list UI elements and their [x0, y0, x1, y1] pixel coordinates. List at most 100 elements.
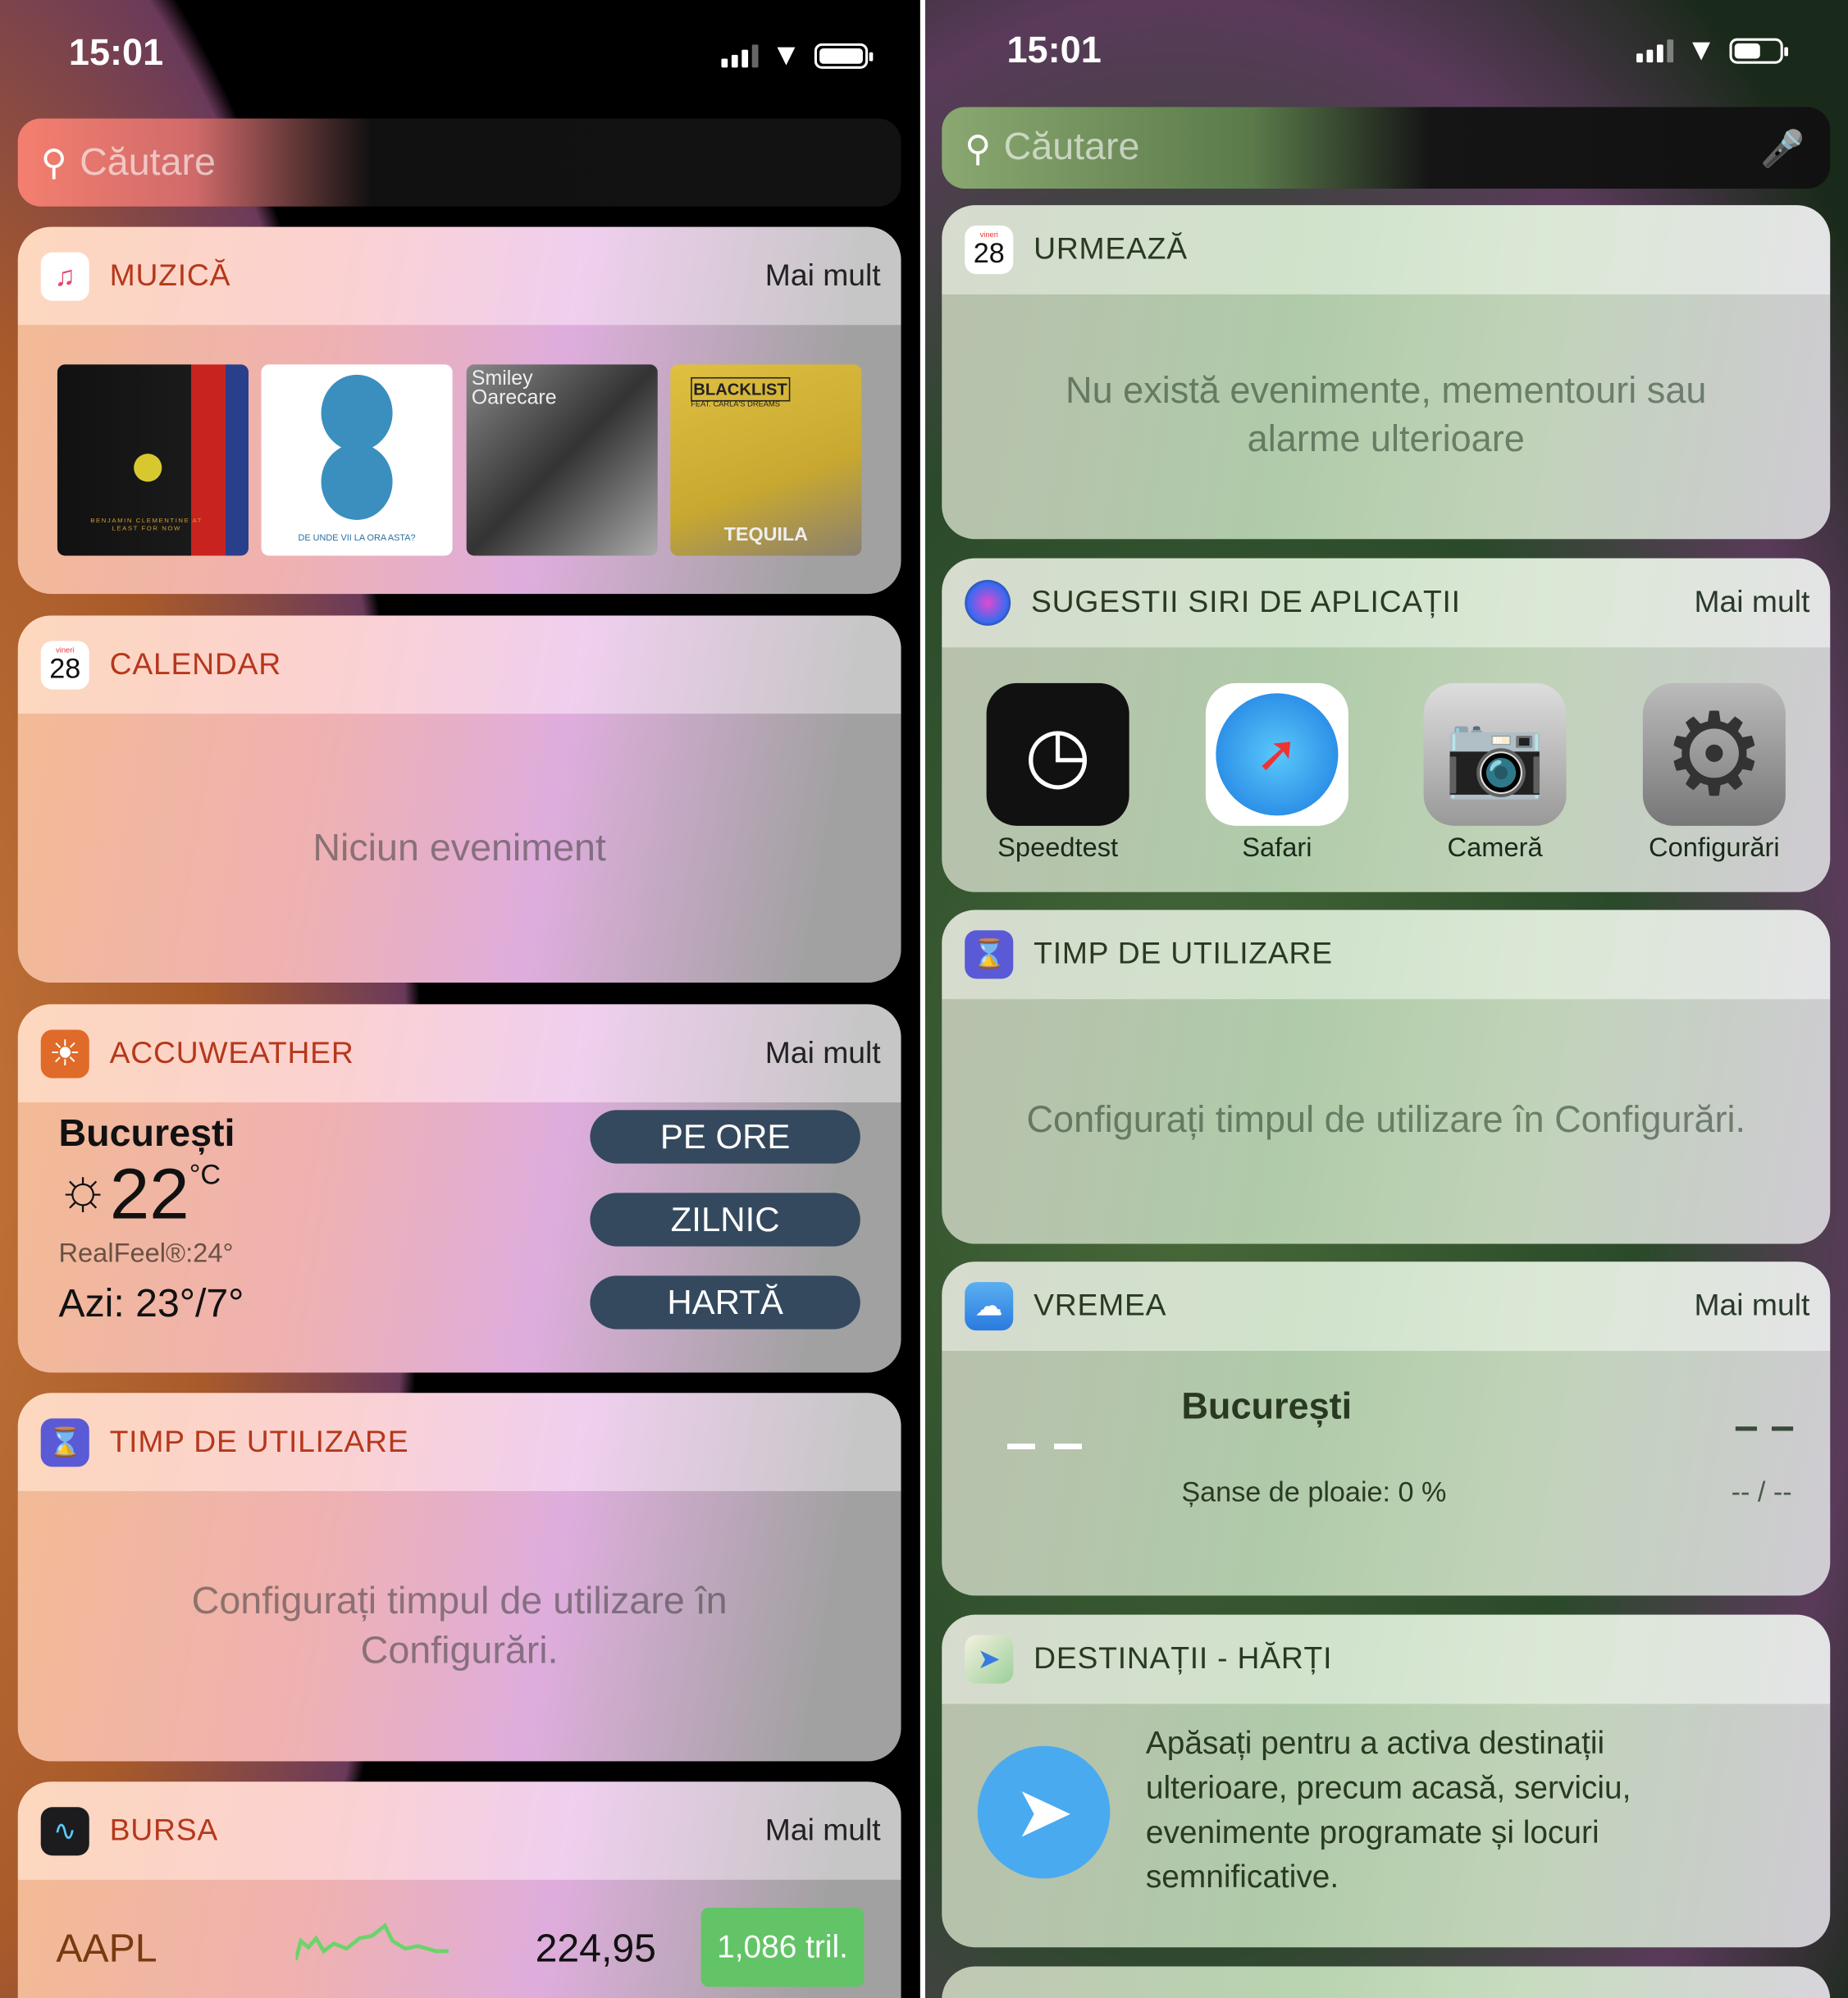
maps-app-icon: ➤ [965, 1635, 1014, 1684]
album-cover[interactable]: Smiley Oarecare [466, 364, 658, 556]
app-safari[interactable]: ➚ Safari [1205, 682, 1348, 864]
widget-title: URMEAZĂ [1034, 231, 1188, 267]
maps-destinations-widget: ➤ DESTINAȚII - HĂRȚI ➤ Apăsați pentru a a… [942, 1614, 1831, 1948]
today-range: Azi: 23°/7° [58, 1280, 244, 1325]
weather-widget: ☁ VREMEA Mai mult – – București Șanse de p… [942, 1261, 1831, 1596]
widget-title: MUZICĂ [109, 258, 231, 293]
accuweather-widget: ☀ ACCUWEATHER Mai mult București ☼ 22 °C Rea… [17, 1004, 901, 1373]
app-settings[interactable]: ⚙ Configurări [1642, 682, 1786, 864]
right-screen: 15:01 ▼ ⚲ Căutare 🎤 vineri 28 URMEAZĂ Nu e… [925, 0, 1848, 1998]
accuweather-app-icon: ☀ [40, 1029, 89, 1078]
safari-icon: ➚ [1216, 693, 1339, 816]
show-more-button[interactable]: Mai mult [765, 1813, 881, 1849]
album-cover[interactable]: BLACKLIST FEAT. CARLA'S DREAMS TEQUILA [670, 364, 862, 556]
album-cover[interactable]: DE UNDE VII LA ORA ASTA? [261, 364, 453, 556]
widget-title: TIMP DE UTILIZARE [1034, 937, 1333, 971]
calendar-app-icon: vineri 28 [965, 226, 1014, 275]
album-text: BENJAMIN CLEMENTINE AT LEAST FOR NOW [90, 517, 203, 533]
day: 28 [49, 651, 81, 684]
hi-lo: -- / -- [1731, 1476, 1792, 1508]
sparkline-line [295, 1923, 449, 1961]
status-icons: ▼ [1636, 33, 1788, 69]
maps-body[interactable]: ➤ Apăsați pentru a activa destinații ult… [942, 1704, 1831, 1948]
sun-icon: ☼ [56, 1154, 110, 1221]
album-title: TEQUILA [723, 523, 808, 546]
status-icons: ▼ [721, 38, 873, 75]
rain-chance: Șanse de ploaie: 0 % [1181, 1476, 1447, 1508]
stock-row[interactable]: AAPL 224,95 1,086 tril. [17, 1879, 901, 1998]
show-more-button[interactable]: Mai mult [1694, 1289, 1809, 1325]
city-name: București [58, 1112, 235, 1155]
app-camera[interactable]: 📷 Cameră [1423, 682, 1567, 864]
next-widget-partial [942, 1966, 1831, 1998]
microphone-icon[interactable]: 🎤 [1760, 127, 1805, 169]
show-more-button[interactable]: Mai mult [765, 1035, 881, 1071]
battery-icon [814, 43, 873, 69]
signal-icon [1636, 39, 1674, 63]
screentime-widget: ⌛ TIMP DE UTILIZARE Configurați timpul de… [17, 1393, 901, 1762]
widget-title: ACCUWEATHER [109, 1035, 354, 1070]
battery-icon [1729, 38, 1788, 64]
app-label: Configurări [1649, 833, 1780, 863]
settings-icon: ⚙ [1642, 682, 1786, 826]
calendar-app-icon: vineri 28 [40, 640, 89, 689]
show-more-button[interactable]: Mai mult [1694, 585, 1809, 621]
upnext-widget: vineri 28 URMEAZĂ Nu există evenimente, me… [942, 205, 1831, 540]
left-screen: 15:01 ▼ ⚲ Căutare ♫ MUZICĂ Mai mult BENJAM… [0, 0, 920, 1998]
widget-title: SUGESTII SIRI DE APLICAȚII [1031, 585, 1461, 620]
siri-suggestions-widget: SUGESTII SIRI DE APLICAȚII Mai mult ◷ Spee… [942, 558, 1831, 892]
signal-icon [721, 44, 759, 68]
empty-message[interactable]: Configurați timpul de utilizare în Confi… [18, 1491, 901, 1761]
search-bar[interactable]: ⚲ Căutare 🎤 [942, 107, 1831, 189]
weather-body[interactable]: – – București Șanse de ploaie: 0 % – – -… [942, 1351, 1831, 1596]
map-button[interactable]: HARTĂ [590, 1275, 860, 1330]
weather-app-icon: ☁ [965, 1282, 1014, 1331]
wifi-icon: ▼ [771, 38, 801, 73]
search-bar[interactable]: ⚲ Căutare [17, 118, 901, 207]
condition-placeholder: – – [1734, 1402, 1795, 1451]
calendar-widget: vineri 28 CALENDAR Niciun eveniment [17, 615, 901, 983]
temp-unit: °C [189, 1158, 221, 1191]
empty-message: Nu există evenimente, mementouri sau ala… [1065, 371, 1707, 460]
search-icon: ⚲ [40, 143, 67, 183]
hourly-button[interactable]: PE ORE [590, 1110, 860, 1164]
circle-art [321, 443, 393, 520]
wifi-icon: ▼ [1686, 33, 1717, 68]
album-text: Smiley Oarecare [471, 368, 557, 410]
app-label: Cameră [1447, 833, 1543, 863]
hourglass-icon: ⌛ [965, 930, 1014, 979]
speedtest-icon: ◷ [986, 682, 1129, 826]
album-cover[interactable]: BENJAMIN CLEMENTINE AT LEAST FOR NOW [57, 364, 249, 556]
app-label: Safari [1242, 833, 1312, 863]
market-cap-badge[interactable]: 1,086 tril. [700, 1908, 865, 1987]
daily-button[interactable]: ZILNIC [590, 1193, 860, 1247]
stocks-app-icon: ∿ [40, 1806, 89, 1855]
album-text: DE UNDE VII LA ORA ASTA? [298, 534, 416, 543]
status-time: 15:01 [68, 33, 164, 75]
widget-title: CALENDAR [109, 646, 281, 682]
current-temp: ☼ 22 °C [56, 1158, 221, 1229]
search-placeholder: Căutare [80, 140, 216, 183]
album-subtitle: FEAT. CARLA'S DREAMS [691, 401, 781, 409]
widget-title: BURSA [109, 1813, 218, 1848]
widget-title: TIMP DE UTILIZARE [109, 1424, 409, 1459]
widget-title: DESTINAȚII - HĂRȚI [1034, 1641, 1333, 1676]
stock-price: 224,95 [535, 1925, 656, 1971]
show-more-button[interactable]: Mai mult [765, 258, 881, 294]
city-name: București [1181, 1386, 1353, 1428]
search-placeholder: Căutare [1003, 125, 1140, 169]
stock-symbol: AAPL [56, 1925, 157, 1971]
app-speedtest[interactable]: ◷ Speedtest [986, 682, 1129, 864]
album-text: BLACKLIST [691, 376, 790, 402]
music-widget: ♫ MUZICĂ Mai mult BENJAMIN CLEMENTINE AT L… [17, 226, 901, 595]
screentime-widget: ⌛ TIMP DE UTILIZARE Configurați timpul de… [942, 910, 1831, 1244]
hourglass-icon: ⌛ [40, 1417, 89, 1467]
empty-message[interactable]: Configurați timpul de utilizare în Confi… [942, 999, 1830, 1243]
temp-value: 22 [109, 1153, 189, 1234]
camera-icon: 📷 [1423, 682, 1567, 826]
current-temp: – – [1005, 1412, 1084, 1475]
app-label: Speedtest [997, 833, 1119, 863]
maps-description: Apăsați pentru a activa destinații ulter… [1145, 1725, 1631, 1895]
realfeel: RealFeel®:24° [58, 1238, 234, 1269]
day: 28 [973, 237, 1005, 269]
